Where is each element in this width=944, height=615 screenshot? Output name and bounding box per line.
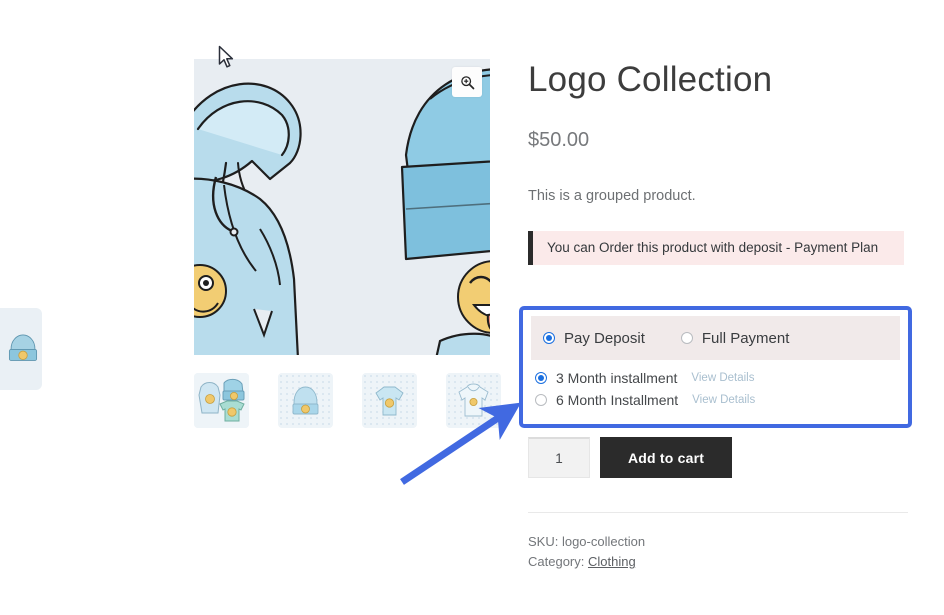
tshirt-icon bbox=[375, 386, 404, 416]
plan-label: 3 Month installment bbox=[556, 370, 678, 386]
gallery-thumbnail-strip bbox=[194, 373, 501, 428]
product-category: Category: Clothing bbox=[528, 552, 645, 572]
plan-label: 6 Month Installment bbox=[556, 392, 679, 408]
page-title: Logo Collection bbox=[528, 60, 773, 99]
add-to-cart-button[interactable]: Add to cart bbox=[600, 437, 733, 478]
view-details-link-3-month[interactable]: View Details bbox=[691, 372, 754, 384]
quantity-input[interactable] bbox=[528, 437, 590, 478]
category-link[interactable]: Clothing bbox=[588, 554, 636, 569]
main-product-image[interactable] bbox=[194, 59, 490, 355]
product-sku: SKU: logo-collection bbox=[528, 534, 646, 549]
payment-mode-group: Pay Deposit Full Payment bbox=[531, 316, 900, 360]
hoodie-icon bbox=[458, 383, 489, 417]
product-meta: SKU: logo-collection Category: Clothing bbox=[528, 532, 645, 572]
thumbnail-item[interactable] bbox=[446, 373, 501, 428]
product-summary: Logo Collection $50.00 This is a grouped… bbox=[528, 60, 908, 266]
product-page: Logo Collection $50.00 This is a grouped… bbox=[0, 0, 944, 615]
payment-plan-highlight-box: Pay Deposit Full Payment 3 Month install… bbox=[519, 306, 912, 428]
plan-option-6-month[interactable]: 6 Month Installment View Details bbox=[535, 392, 900, 408]
thumbnail-item[interactable] bbox=[194, 373, 249, 428]
meta-divider bbox=[528, 512, 908, 513]
magnifier-plus-icon bbox=[460, 75, 474, 89]
product-price: $50.00 bbox=[528, 129, 590, 152]
radio-pay-deposit[interactable] bbox=[543, 332, 555, 344]
payment-mode-label: Full Payment bbox=[701, 329, 790, 347]
view-details-link-6-month[interactable]: View Details bbox=[692, 394, 755, 406]
category-prefix: Category: bbox=[528, 554, 588, 569]
add-to-cart-form: Add to cart bbox=[528, 437, 733, 478]
radio-3-month-installment[interactable] bbox=[535, 372, 547, 384]
thumbnail-item[interactable] bbox=[362, 373, 417, 428]
payment-mode-full-payment[interactable]: Full Payment bbox=[680, 329, 790, 347]
thumbnail-item[interactable] bbox=[278, 373, 333, 428]
deposit-notice: You can Order this product with deposit … bbox=[528, 231, 904, 266]
group-products-icon bbox=[194, 373, 249, 428]
product-illustration bbox=[194, 59, 490, 355]
plan-option-3-month[interactable]: 3 Month installment View Details bbox=[535, 370, 900, 386]
beanie-icon bbox=[292, 386, 319, 415]
zoom-image-button[interactable] bbox=[452, 67, 482, 97]
beanie-icon bbox=[8, 334, 38, 361]
product-short-description: This is a grouped product. bbox=[528, 188, 696, 205]
edge-thumbnail-card[interactable] bbox=[0, 308, 42, 390]
radio-6-month-installment[interactable] bbox=[535, 394, 547, 406]
radio-full-payment[interactable] bbox=[680, 332, 693, 344]
product-gallery bbox=[194, 59, 490, 355]
installment-plan-group: 3 Month installment View Details 6 Month… bbox=[535, 370, 900, 408]
payment-mode-pay-deposit[interactable]: Pay Deposit bbox=[543, 330, 645, 347]
payment-mode-label: Pay Deposit bbox=[564, 329, 645, 347]
